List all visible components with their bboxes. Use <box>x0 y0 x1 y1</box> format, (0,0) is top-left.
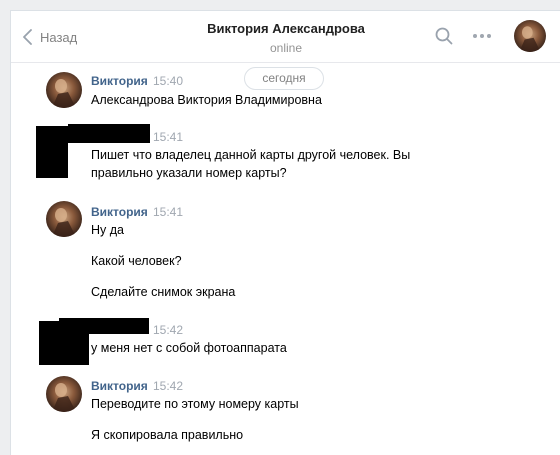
message-author[interactable]: Виктория <box>91 74 148 88</box>
avatar[interactable] <box>46 376 82 412</box>
more-icon-dot <box>487 34 491 38</box>
date-separator[interactable]: сегодня <box>244 67 324 90</box>
message-text: у меня нет с собой фотоаппарата <box>91 341 287 355</box>
chat-header: Назад Виктория Александрова online <box>11 11 560 63</box>
message-time[interactable]: 15:41 <box>153 130 183 144</box>
search-icon <box>435 27 453 45</box>
message-author[interactable]: Виктория <box>91 205 148 219</box>
more-icon <box>473 34 477 38</box>
avatar[interactable] <box>46 201 82 237</box>
more-button[interactable] <box>473 34 494 38</box>
message-text: Ну да <box>91 223 124 237</box>
search-button[interactable] <box>435 27 453 50</box>
chat-panel: Назад Виктория Александрова online сегод… <box>10 10 560 455</box>
avatar-image <box>46 72 82 108</box>
redacted-name <box>59 318 149 334</box>
avatar-image <box>46 376 82 412</box>
redacted-avatar <box>36 126 68 178</box>
chat-title-block: Виктория Александрова online <box>11 21 560 55</box>
avatar-image <box>46 201 82 237</box>
message-text: Переводите по этому номеру карты <box>91 397 299 411</box>
message-time[interactable]: 15:40 <box>153 74 183 88</box>
message-text: Пишет что владелец данной карты другой ч… <box>91 148 411 162</box>
message-text: Какой человек? <box>91 254 182 268</box>
message-text: Я скопировала правильно <box>91 428 244 442</box>
avatar[interactable] <box>46 72 82 108</box>
more-icon-dot <box>480 34 484 38</box>
header-avatar[interactable] <box>514 20 546 52</box>
message-time[interactable]: 15:42 <box>153 379 183 393</box>
message-time[interactable]: 15:42 <box>153 323 183 337</box>
message-author[interactable]: Виктория <box>91 379 148 393</box>
message-time[interactable]: 15:41 <box>153 205 183 219</box>
message-text: Сделайте снимок экрана <box>91 285 236 299</box>
redacted-name <box>68 124 150 143</box>
online-status: online <box>269 41 303 55</box>
message-text: правильно указали номер карты? <box>91 166 287 180</box>
message-text: Александрова Виктория Владимировна <box>91 93 322 107</box>
avatar-image <box>514 20 546 52</box>
